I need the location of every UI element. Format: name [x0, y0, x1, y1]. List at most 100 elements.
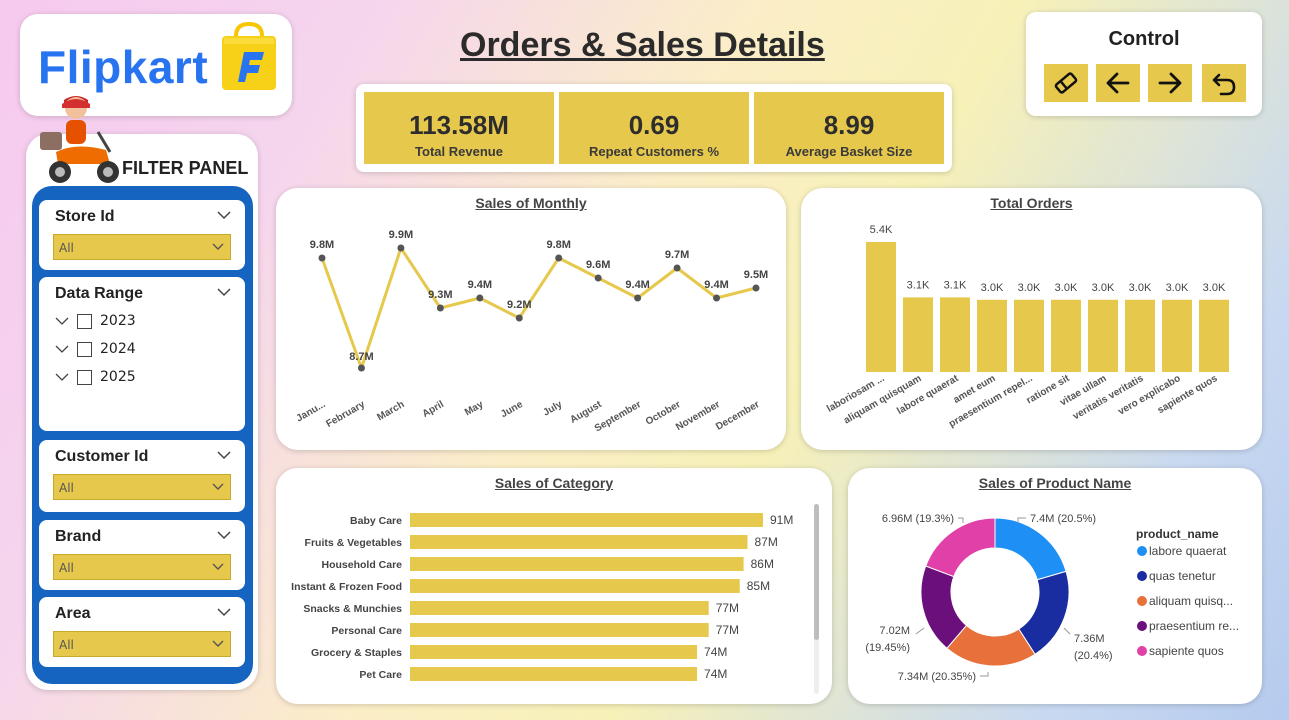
year-option[interactable]: 2024: [55, 339, 136, 359]
donut-slice: [925, 517, 996, 578]
chevron-down-icon: [212, 243, 224, 250]
chevron-expand-icon[interactable]: [55, 316, 69, 326]
data-label: 74M: [704, 645, 727, 659]
chevron-down-icon: [212, 563, 224, 570]
data-label: 9.6M: [586, 259, 610, 271]
data-label: 77M: [716, 601, 739, 615]
data-point: [476, 294, 484, 302]
area-dropdown[interactable]: All: [53, 631, 231, 657]
y-tick-label: Fruits & Vegetables: [305, 537, 403, 549]
y-tick-label: Instant & Frozen Food: [291, 581, 402, 593]
data-point: [634, 294, 642, 302]
data-point: [752, 284, 760, 292]
chevron-down-icon[interactable]: [217, 210, 231, 220]
year-label: 2024: [100, 341, 136, 357]
clear-filters-button[interactable]: [1044, 64, 1088, 102]
data-point: [397, 244, 405, 252]
forward-button[interactable]: [1148, 64, 1192, 102]
x-tick-label: February: [324, 399, 367, 430]
monthly-sales-chart: Sales of Monthly 9.8M Janu... 8.7M February…: [276, 188, 786, 450]
dropdown-value: All: [59, 481, 74, 495]
data-label: 7.4M (20.5%): [1030, 513, 1096, 525]
x-tick-label: Janu...: [295, 399, 328, 424]
kpi-value: 8.99: [823, 110, 875, 140]
year-label: 2023: [100, 313, 136, 329]
year-option[interactable]: 2023: [55, 311, 136, 331]
chevron-expand-icon[interactable]: [55, 372, 69, 382]
data-label: 91M: [770, 513, 793, 527]
legend-marker: [1137, 571, 1147, 581]
slicer-title: Area: [55, 605, 91, 622]
data-point: [673, 264, 681, 272]
brand-slicer: Brand All: [39, 520, 245, 590]
data-label: 3.0K: [1203, 282, 1226, 294]
data-label: 86M: [751, 557, 774, 571]
y-tick-label: Pet Care: [359, 669, 402, 681]
data-point: [713, 294, 721, 302]
undo-icon: [1212, 73, 1236, 96]
chevron-expand-icon[interactable]: [55, 344, 69, 354]
reset-button[interactable]: [1202, 64, 1246, 102]
data-label: 9.8M: [546, 239, 570, 251]
data-label: 3.1K: [907, 279, 930, 291]
data-label: (20.4%): [1074, 650, 1113, 662]
chevron-down-icon[interactable]: [217, 450, 231, 460]
bar: [1088, 299, 1118, 372]
bar: [1125, 299, 1155, 372]
area-slicer: Area All: [39, 597, 245, 667]
data-label: 3.0K: [1129, 282, 1152, 294]
data-label: (19.45%): [865, 642, 910, 654]
data-label: 77M: [716, 623, 739, 637]
data-point: [555, 254, 563, 262]
y-tick-label: Snacks & Munchies: [303, 603, 402, 615]
category-sales-plot: Baby Care 91M Fruits & Vegetables 87M Househ…: [291, 513, 793, 681]
dropdown-value: All: [59, 638, 74, 652]
year-option[interactable]: 2025: [55, 367, 136, 387]
data-label: 3.0K: [1166, 282, 1189, 294]
data-label: 9.5M: [744, 269, 768, 281]
customer-id-slicer: Customer Id All: [39, 440, 245, 512]
scrollbar-thumb[interactable]: [814, 504, 819, 640]
brand-dropdown[interactable]: All: [53, 554, 231, 580]
bar: [1014, 299, 1044, 372]
store-id-dropdown[interactable]: All: [53, 234, 231, 260]
bar: [903, 297, 933, 372]
data-label: 9.4M: [625, 279, 649, 291]
leader-line: [958, 517, 964, 523]
chevron-down-icon: [212, 483, 224, 490]
data-label: 9.7M: [665, 249, 689, 261]
legend-label: labore quaerat: [1149, 544, 1227, 558]
back-button[interactable]: [1096, 64, 1140, 102]
data-label: 9.4M: [468, 279, 492, 291]
monthly-sales-line: [320, 246, 757, 370]
leader-line: [915, 627, 925, 635]
data-label: 7.36M: [1074, 633, 1105, 645]
category-sales-chart: Sales of Category Baby Care 91M Fruits & V…: [276, 468, 832, 704]
data-label: 6.96M (19.3%): [882, 513, 954, 525]
data-label: 9.4M: [704, 279, 728, 291]
bar: [410, 623, 709, 637]
chevron-down-icon[interactable]: [217, 287, 231, 297]
kpi-label: Average Basket Size: [785, 144, 913, 159]
dropdown-value: All: [59, 241, 74, 255]
x-tick-label: vero explicabo: [1116, 373, 1182, 418]
x-tick-label: July: [541, 399, 564, 419]
year-checkbox[interactable]: [77, 369, 92, 385]
chevron-down-icon[interactable]: [217, 530, 231, 540]
page-title: Orders & Sales Details: [460, 26, 825, 64]
data-label: 7.02M: [879, 625, 910, 637]
bar: [1199, 299, 1229, 372]
customer-id-dropdown[interactable]: All: [53, 474, 231, 500]
data-label: 9.3M: [428, 289, 452, 301]
data-label: 7.34M (20.35%): [898, 671, 976, 683]
scrollbar-track[interactable]: [814, 504, 819, 694]
arrow-left-icon: [1106, 72, 1130, 94]
y-tick-label: Grocery & Staples: [311, 647, 402, 659]
control-card: Control: [1026, 12, 1262, 116]
kpi-value: 113.58M: [409, 110, 509, 140]
chevron-down-icon[interactable]: [217, 607, 231, 617]
total-orders-chart: Total Orders 5.4K laboriosam ... 3.1K aliqu…: [801, 188, 1262, 450]
year-checkbox[interactable]: [77, 313, 92, 329]
legend-marker: [1137, 621, 1147, 631]
year-checkbox[interactable]: [77, 341, 92, 357]
